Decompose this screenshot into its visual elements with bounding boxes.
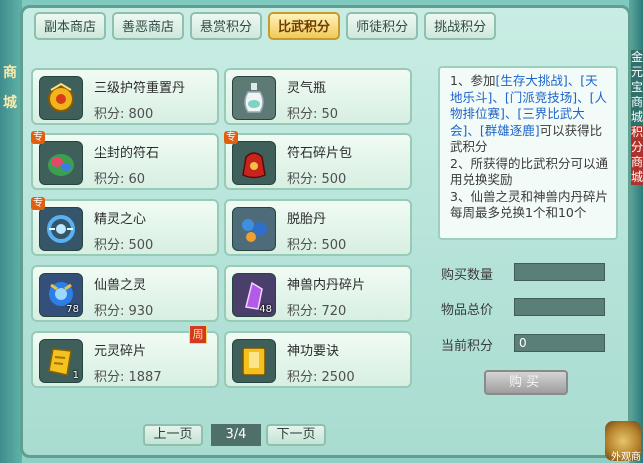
rules-info-box: 1、参加[生存大挑战]、[天地乐斗]、[门派竞技场]、[人物排位赛]、[三界比武… <box>438 66 618 240</box>
shop-item[interactable]: 脱胎丹 积分: 500 <box>224 199 412 256</box>
item-price: 积分: 930 <box>94 304 154 319</box>
item-price: 积分: 2500 <box>287 370 355 385</box>
item-name: 脱胎丹 <box>287 212 327 227</box>
shop-item[interactable]: 三级护符重置丹 积分: 800 <box>31 68 219 125</box>
shop-item[interactable]: 专 尘封的符石 积分: 60 <box>31 131 219 190</box>
purchase-quantity-input[interactable] <box>514 263 605 281</box>
item-price: 积分: 50 <box>287 107 339 122</box>
item-name: 尘封的符石 <box>94 146 160 161</box>
shop-item[interactable]: 48 神兽内丹碎片 积分: 720 <box>224 265 412 322</box>
item-name: 仙兽之灵 <box>94 278 147 293</box>
shop-item[interactable]: 1 周 元灵碎片 积分: 1887 <box>31 325 219 388</box>
exclusive-badge: 专 <box>31 131 45 144</box>
total-price-field <box>514 298 605 316</box>
shop-item[interactable]: 78 仙兽之灵 积分: 930 <box>31 265 219 322</box>
left-side-char-1: 商 <box>3 65 17 81</box>
item-name: 神功要诀 <box>287 344 340 359</box>
item-quantity: 78 <box>66 304 79 315</box>
tab-mentor-points[interactable]: 师徒积分 <box>346 12 419 40</box>
rebirth-pill-icon <box>232 207 276 251</box>
item-price: 积分: 500 <box>94 238 154 253</box>
total-price-label: 物品总价 <box>441 303 494 318</box>
item-price: 积分: 1887 <box>94 370 162 385</box>
item-price: 积分: 500 <box>287 238 347 253</box>
item-price: 积分: 500 <box>287 172 347 187</box>
left-side-char-2: 城 <box>3 95 17 111</box>
item-name: 神兽内丹碎片 <box>287 278 366 293</box>
right-side-tabs: 金元宝商城 积分商城 <box>629 0 643 463</box>
exclusive-badge: 专 <box>31 197 45 210</box>
item-name: 精灵之心 <box>94 212 147 227</box>
spirit-bottle-icon <box>232 76 276 120</box>
gold-amulet-icon <box>39 76 83 120</box>
current-points-label: 当前积分 <box>441 339 494 354</box>
rune-fragment-bag-icon <box>232 141 276 185</box>
item-price: 积分: 720 <box>287 304 347 319</box>
page-indicator: 3/4 <box>211 424 261 446</box>
divine-beast-core-fragment-icon: 48 <box>232 273 276 317</box>
skill-manual-icon <box>232 339 276 383</box>
current-points-field: 0 <box>514 334 605 352</box>
info-line-1-prefix: 1、参加 <box>450 73 496 88</box>
item-name: 三级护符重置丹 <box>94 81 186 96</box>
gold-ingot-shop-tab[interactable]: 金元宝商城 <box>631 50 643 125</box>
rune-stone-icon <box>39 141 83 185</box>
item-price: 积分: 60 <box>94 172 146 187</box>
spirit-heart-icon <box>39 207 83 251</box>
tab-karma-shop[interactable]: 善恶商店 <box>112 12 185 40</box>
shop-item[interactable]: 灵气瓶 积分: 50 <box>224 68 412 125</box>
points-shop-tab[interactable]: 积分商城 <box>631 125 643 185</box>
weekly-limit-badge: 周 <box>189 325 207 344</box>
item-quantity: 1 <box>72 370 79 381</box>
prev-page-button[interactable]: 上一页 <box>143 424 203 446</box>
info-line-3: 3、仙兽之灵和神兽内丹碎片每周最多兑换1个和10个 <box>450 188 608 221</box>
shop-tabs: 副本商店 善恶商店 悬赏积分 比武积分 师徒积分 挑战积分 <box>34 12 497 40</box>
tab-dungeon-shop[interactable]: 副本商店 <box>34 12 107 40</box>
exclusive-badge: 专 <box>224 131 238 144</box>
tab-duel-points[interactable]: 比武积分 <box>268 12 341 40</box>
buy-button[interactable]: 购买 <box>484 370 568 395</box>
fashion-shop-corner-label: 外观商 <box>611 452 641 463</box>
item-name: 元灵碎片 <box>94 344 147 359</box>
purchase-quantity-label: 购买数量 <box>441 268 494 283</box>
tab-bounty-points[interactable]: 悬赏积分 <box>190 12 263 40</box>
tab-challenge-points[interactable]: 挑战积分 <box>424 12 497 40</box>
shop-item[interactable]: 专 符石碎片包 积分: 500 <box>224 131 412 190</box>
left-side-tab[interactable]: 商 城 <box>0 0 22 463</box>
item-name: 灵气瓶 <box>287 81 327 96</box>
info-line-2: 2、所获得的比武积分可以通用兑换奖励 <box>450 155 608 188</box>
item-name: 符石碎片包 <box>287 146 353 161</box>
shop-item[interactable]: 神功要诀 积分: 2500 <box>224 331 412 388</box>
item-quantity: 48 <box>259 304 272 315</box>
yuanling-fragment-icon: 1 <box>39 339 83 383</box>
shop-item[interactable]: 专 精灵之心 积分: 500 <box>31 197 219 256</box>
item-price: 积分: 800 <box>94 107 154 122</box>
next-page-button[interactable]: 下一页 <box>266 424 326 446</box>
immortal-beast-spirit-icon: 78 <box>39 273 83 317</box>
